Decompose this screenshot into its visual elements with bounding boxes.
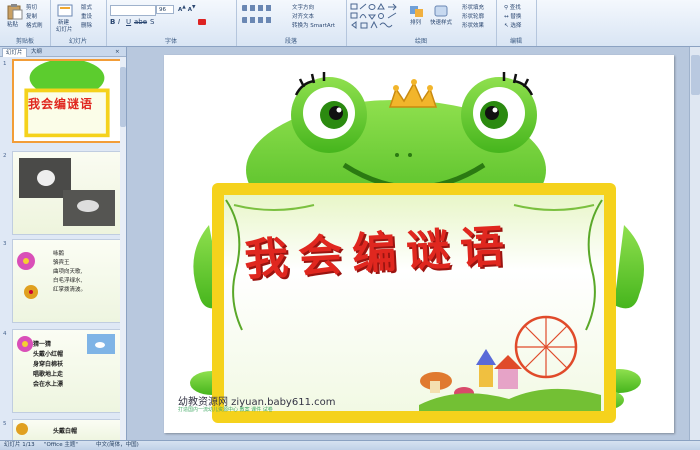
grow-font-icon[interactable]: A▲ A▼ <box>178 5 196 13</box>
new-slide-button[interactable]: 新建 幻灯片 <box>56 4 76 33</box>
shape-effects-button[interactable]: 形状效果 <box>462 21 484 29</box>
replace-label: 替换 <box>510 14 522 20</box>
slide-number-1: 1 <box>3 61 7 67</box>
slide-number-3: 3 <box>3 241 7 247</box>
arrange-icon <box>410 6 423 17</box>
panel-scrollbar[interactable] <box>120 57 126 440</box>
delete-slide-button[interactable]: 删除 <box>81 21 92 29</box>
flower-icon <box>17 336 33 352</box>
paste-button[interactable]: 粘贴 <box>4 4 24 28</box>
thumb4-line: 头戴小红帽 <box>33 351 64 358</box>
new-slide-label2: 幻灯片 <box>56 27 73 33</box>
main-scrollbar[interactable] <box>689 47 700 440</box>
format-painter-button[interactable]: 格式刷 <box>26 21 43 29</box>
italic-button[interactable]: I <box>118 18 120 26</box>
align-text-button[interactable]: 对齐文本 <box>292 12 314 20</box>
swan-photo-2 <box>63 190 115 226</box>
slide-thumb-5[interactable]: 头戴白帽 <box>12 419 122 442</box>
thumb4-line: 猜一猜 <box>33 341 52 348</box>
flower-icon <box>24 285 38 299</box>
find-button[interactable]: ⚲ 查找 <box>504 3 521 11</box>
paragraph-group: 文字方向 对齐文本 转换为 SmartArt 段落 <box>236 0 347 46</box>
thumb3-poem: 咏鹅 骆宾王 曲项向天歌, 白毛浮绿水, 红掌拨清波。 <box>53 250 86 295</box>
panel-scroll-thumb[interactable] <box>120 67 126 127</box>
group-label-drawing: 绘图 <box>414 38 427 45</box>
thumb3-line: 曲项向天歌, <box>53 269 83 275</box>
group-label-editing: 编辑 <box>509 38 522 45</box>
paste-label: 粘贴 <box>7 22 19 28</box>
shadow-button[interactable]: S <box>150 18 154 26</box>
font-size-box[interactable]: 96 <box>156 5 174 14</box>
quick-styles-button[interactable]: 快速样式 <box>430 4 453 28</box>
shapes-gallery-icon[interactable] <box>350 3 402 31</box>
group-label-slides: 幻灯片 <box>68 38 87 45</box>
slide-number-2: 2 <box>3 153 7 159</box>
align-buttons-icon[interactable] <box>242 17 272 23</box>
arrange-button[interactable]: 排列 <box>408 4 428 28</box>
main-scroll-thumb[interactable] <box>691 55 700 95</box>
strike-button[interactable]: abe <box>134 18 147 26</box>
quick-styles-label: 快速样式 <box>430 20 453 26</box>
current-slide[interactable]: 我会编谜语 幼教资源网 ziyuan.baby611.com 打造国内一流幼儿资… <box>164 55 674 433</box>
bold-button[interactable]: B <box>110 18 115 26</box>
thumb4-line: 身穿白棉袄 <box>33 361 64 368</box>
panel-tabs: 幻灯片 大纲 × <box>0 47 126 57</box>
slide-number-4: 4 <box>3 331 7 337</box>
close-panel-icon[interactable]: × <box>112 48 123 56</box>
replace-button[interactable]: ↔ 替换 <box>504 12 521 20</box>
shape-outline-button[interactable]: 形状轮廓 <box>462 12 484 20</box>
thumb1-title: 我会编谜语 <box>28 97 94 111</box>
group-label-font: 字体 <box>164 38 177 45</box>
slide-thumb-2[interactable] <box>12 151 122 235</box>
thumb3-line: 咏鹅 <box>53 251 65 257</box>
slide-thumb-4[interactable]: 猜一猜 头戴小红帽 身穿白棉袄 唱歌地上走 会在水上漂 <box>12 329 122 413</box>
slides-group: 新建 幻灯片 版式 重设 删除 幻灯片 <box>50 0 107 46</box>
drawing-group: 排列 快速样式 形状填充 形状轮廓 形状效果 绘图 <box>346 0 497 46</box>
text-direction-button[interactable]: 文字方向 <box>292 3 314 11</box>
thumb4-riddle: 猜一猜 头戴小红帽 身穿白棉袄 唱歌地上走 会在水上漂 <box>33 340 63 390</box>
thumb4-line: 唱歌地上走 <box>33 371 64 378</box>
ribbon: 粘贴 剪切 复制 格式刷 剪贴板 新建 幻灯片 版式 重设 删除 幻灯片 96 … <box>0 0 700 47</box>
thumb5-line: 头戴白帽 <box>53 428 78 435</box>
layout-button[interactable]: 版式 <box>81 3 92 11</box>
group-label-paragraph: 段落 <box>284 38 297 45</box>
list-buttons-icon[interactable] <box>242 5 272 11</box>
new-slide-icon <box>57 4 73 17</box>
find-label: 查找 <box>509 5 521 11</box>
copy-button[interactable]: 复制 <box>26 12 37 20</box>
flower-icon <box>17 252 35 270</box>
flower-icon <box>16 423 28 435</box>
slide-number-5: 5 <box>3 421 7 427</box>
thumb3-line: 白毛浮绿水, <box>53 278 83 284</box>
smartart-button[interactable]: 转换为 SmartArt <box>292 21 335 29</box>
reset-button[interactable]: 重设 <box>81 12 92 20</box>
watermark-subtext: 打造国内一流幼儿资源中心 教案 课件 试卷 <box>178 407 273 413</box>
slides-panel: 幻灯片 大纲 × 1 我会编谜语 2 3 咏鹅 骆宾王 曲项向天歌, 白毛浮绿水… <box>0 47 127 442</box>
font-group: 96 A▲ A▼ B I U abe S 字体 <box>106 0 237 46</box>
slide-thumb-3[interactable]: 咏鹅 骆宾王 曲项向天歌, 白毛浮绿水, 红掌拨清波。 <box>12 239 122 323</box>
tab-outline[interactable]: 大纲 <box>28 48 45 56</box>
thumb3-line: 骆宾王 <box>53 260 70 266</box>
thumb3-line: 红掌拨清波。 <box>53 287 87 293</box>
shape-fill-button[interactable]: 形状填充 <box>462 3 484 11</box>
clipboard-group: 粘贴 剪切 复制 格式刷 剪贴板 <box>0 0 51 46</box>
font-name-box[interactable] <box>110 5 156 16</box>
arrange-label: 排列 <box>410 20 422 26</box>
cut-button[interactable]: 剪切 <box>26 3 37 11</box>
paste-icon <box>7 4 23 20</box>
thumb4-line: 会在水上漂 <box>33 381 64 388</box>
select-label: 选择 <box>510 23 522 29</box>
swan-picture <box>87 334 115 354</box>
group-label-clipboard: 剪贴板 <box>15 38 34 45</box>
editing-group: ⚲ 查找 ↔ 替换 ↖ 选择 编辑 <box>496 0 537 46</box>
font-color-icon[interactable] <box>198 19 206 25</box>
slide-thumb-1[interactable]: 我会编谜语 <box>12 59 122 143</box>
select-button[interactable]: ↖ 选择 <box>504 21 521 29</box>
tab-slides[interactable]: 幻灯片 <box>2 48 27 57</box>
quick-styles-icon <box>434 5 448 17</box>
underline-button[interactable]: U <box>126 18 131 26</box>
